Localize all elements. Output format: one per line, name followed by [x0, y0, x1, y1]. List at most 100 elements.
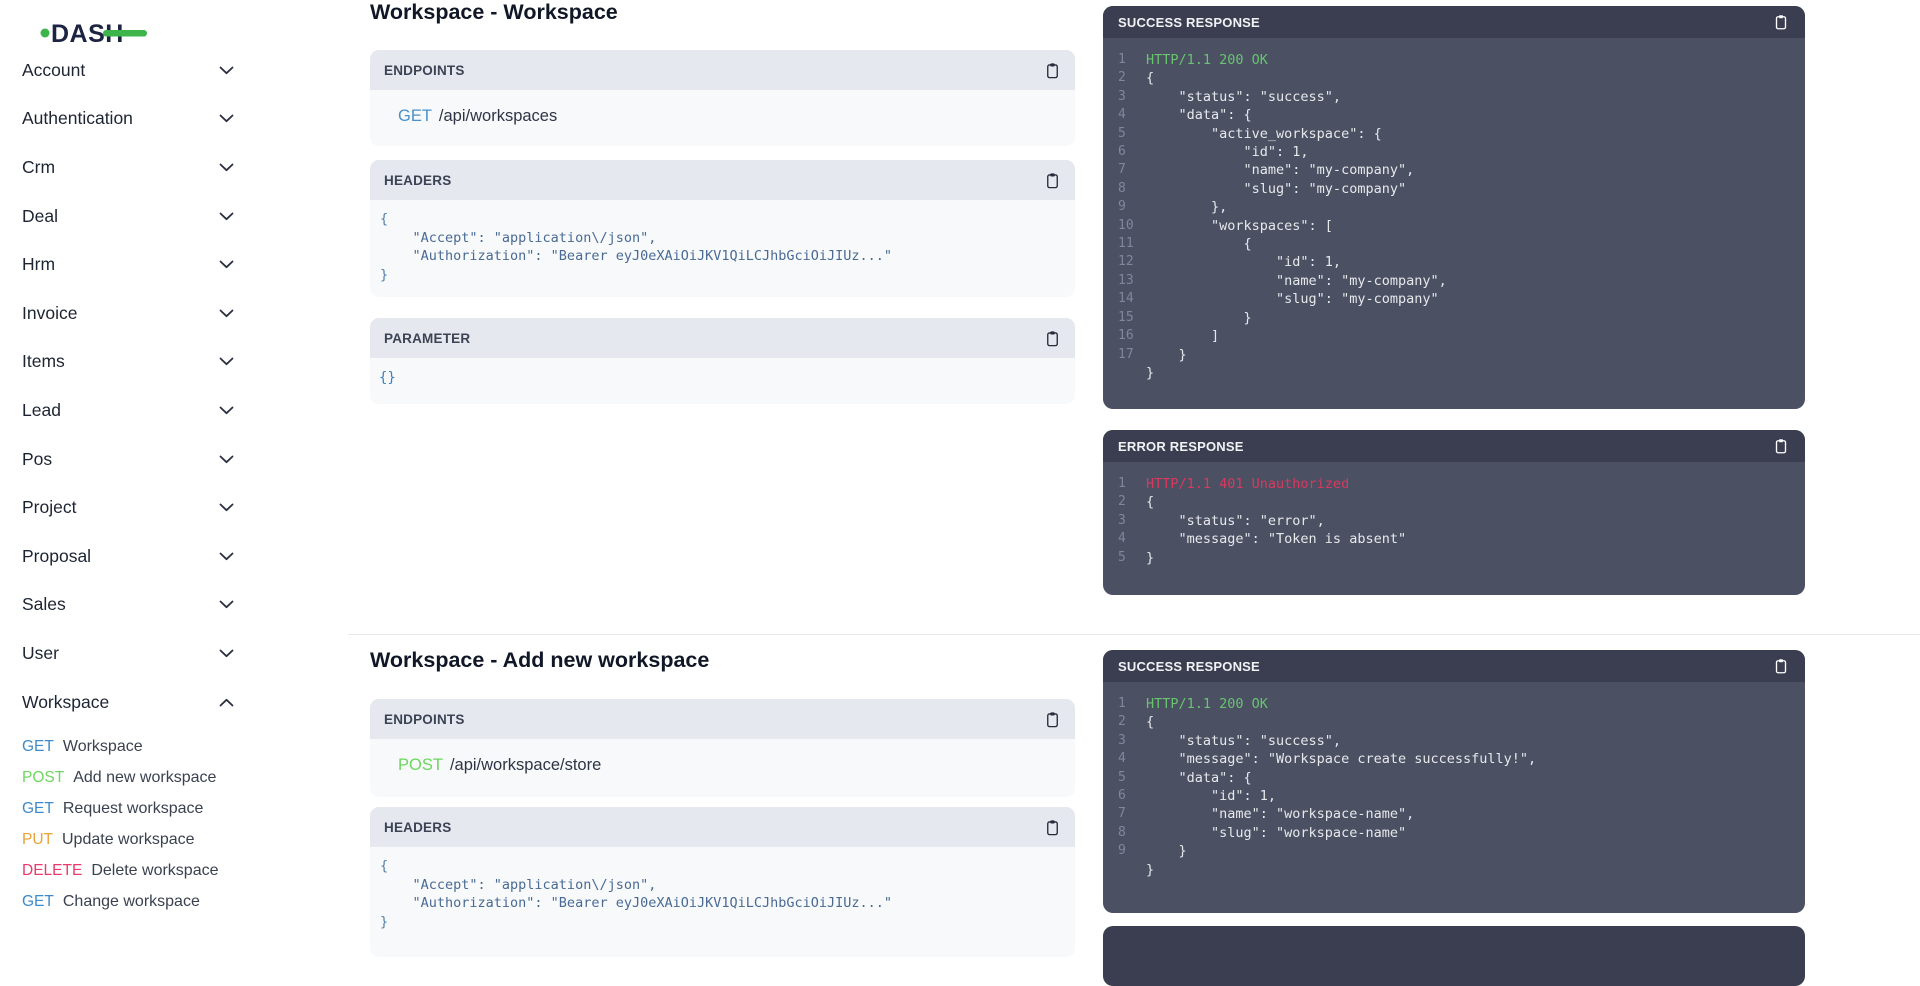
code-line: 16 ] [1103, 327, 1805, 345]
code-line: 8 "slug": "workspace-name" [1103, 824, 1805, 842]
line-number: 7 [1103, 161, 1146, 179]
line-number [1103, 364, 1146, 382]
copy-button[interactable] [1043, 710, 1062, 729]
code-line: 4 "data": { [1103, 106, 1805, 124]
workspace-sub-item[interactable]: GET Workspace [22, 731, 272, 762]
line-number: 3 [1103, 512, 1146, 530]
sidebar-item[interactable]: Workspace [22, 678, 234, 727]
code-line: "Accept": "application\/json", [380, 876, 1065, 895]
code-line: 5 } [1103, 549, 1805, 567]
chevron-down-icon [219, 455, 234, 464]
line-text: "id": 1, [1146, 253, 1341, 271]
line-number: 2 [1103, 493, 1146, 511]
clipboard-icon [1043, 171, 1062, 190]
dash-logo[interactable]: DASH [40, 16, 150, 50]
code-line: 9 } [1103, 842, 1805, 860]
workspace-sub-item[interactable]: DELETE Delete workspace [22, 855, 272, 886]
code-line: 7 "name": "my-company", [1103, 161, 1805, 179]
sidebar-item[interactable]: Authentication [22, 95, 234, 144]
sidebar-item-label: Account [22, 60, 85, 81]
line-text: "status": "success", [1146, 88, 1341, 106]
line-number: 5 [1103, 769, 1146, 787]
section-workspace: Workspace - Workspace ENDPOINTS GET/api/… [348, 0, 1920, 634]
http-method-badge: POST [22, 769, 64, 787]
sidebar-item[interactable]: Pos [22, 435, 234, 484]
workspace-sub-item[interactable]: PUT Update workspace [22, 824, 272, 855]
sidebar-item-label: Pos [22, 449, 52, 470]
line-number: 7 [1103, 805, 1146, 823]
line-number [1103, 861, 1146, 879]
sidebar-item-label: Proposal [22, 546, 91, 567]
workspace-sub-item[interactable]: POST Add new workspace [22, 762, 272, 793]
endpoints-card-header: ENDPOINTS [370, 699, 1075, 739]
line-text: } [1146, 842, 1187, 860]
endpoint-method: POST [398, 756, 443, 774]
chevron-down-icon [219, 503, 234, 512]
sidebar-item-label: User [22, 643, 59, 664]
sidebar-item-label: Hrm [22, 254, 55, 275]
code-line: } [380, 266, 1065, 285]
copy-button[interactable] [1043, 61, 1062, 80]
sidebar-item[interactable]: Hrm [22, 240, 234, 289]
line-text: { [1146, 69, 1154, 87]
code-line: } [1103, 861, 1805, 879]
section-add-new-workspace: Workspace - Add new workspace ENDPOINTS … [348, 634, 1920, 931]
parameter-card-header: PARAMETER [370, 318, 1075, 358]
endpoint-path: /api/workspace/store [450, 756, 601, 774]
headers-card-header: HEADERS [370, 807, 1075, 847]
line-number: 14 [1103, 290, 1146, 308]
code-line: "Authorization": "Bearer eyJ0eXAiOiJKV1Q… [380, 247, 1065, 266]
workspace-sub-item[interactable]: GET Request workspace [22, 793, 272, 824]
sidebar-item[interactable]: Lead [22, 386, 234, 435]
line-text: "name": "my-company", [1146, 272, 1447, 290]
sidebar-item[interactable]: Sales [22, 581, 234, 630]
http-method-badge: PUT [22, 831, 53, 849]
workspace-sub-item-label: Delete workspace [91, 862, 218, 880]
code-line: 4 "message": "Token is absent" [1103, 530, 1805, 548]
chevron-down-icon [219, 698, 234, 707]
sidebar-item[interactable]: Proposal [22, 532, 234, 581]
line-text: } [1146, 861, 1154, 879]
sidebar-item[interactable]: Items [22, 338, 234, 387]
code-line: 2 { [1103, 69, 1805, 87]
endpoint-path: /api/workspaces [439, 107, 557, 125]
code-line: 9 }, [1103, 198, 1805, 216]
code-line: 3 "status": "success", [1103, 88, 1805, 106]
workspace-sub-item[interactable]: GET Change workspace [22, 886, 272, 917]
sidebar-item[interactable]: Account [22, 46, 234, 95]
http-method-badge: GET [22, 800, 54, 818]
copy-button[interactable] [1043, 171, 1062, 190]
copy-button[interactable] [1772, 13, 1790, 31]
code-line: 1 HTTP/1.1 401 Unauthorized [1103, 475, 1805, 493]
success-response-panel: SUCCESS RESPONSE 1 HTTP/1.1 200 OK [1103, 650, 1805, 913]
sidebar-item[interactable]: Deal [22, 192, 234, 241]
line-number: 15 [1103, 309, 1146, 327]
copy-button[interactable] [1772, 437, 1790, 455]
sidebar-item-label: Crm [22, 157, 55, 178]
sidebar-item[interactable]: Crm [22, 143, 234, 192]
sidebar-item-label: Workspace [22, 692, 109, 713]
chevron-down-icon [219, 114, 234, 123]
line-number: 11 [1103, 235, 1146, 253]
sidebar-item[interactable]: Invoice [22, 289, 234, 338]
card-title: ENDPOINTS [384, 63, 465, 78]
code-line: 2 { [1103, 493, 1805, 511]
panel-title: SUCCESS RESPONSE [1118, 659, 1260, 674]
sidebar-item[interactable]: Project [22, 483, 234, 532]
sidebar-item-label: Project [22, 497, 76, 518]
sidebar-item[interactable]: User [22, 629, 234, 678]
line-text: "data": { [1146, 106, 1252, 124]
success-response-code: 1 HTTP/1.1 200 OK 2 { 3 "status": "succe… [1103, 38, 1805, 382]
error-response-code: 1 HTTP/1.1 401 Unauthorized 2 { 3 "statu… [1103, 462, 1805, 567]
code-line: 2 { [1103, 713, 1805, 731]
endpoints-card: ENDPOINTS POST/api/workspace/store [370, 699, 1075, 797]
http-method-badge: DELETE [22, 862, 82, 880]
line-number: 5 [1103, 125, 1146, 143]
line-text: "slug": "my-company" [1146, 290, 1439, 308]
clipboard-icon [1043, 818, 1062, 837]
copy-button[interactable] [1043, 329, 1062, 348]
chevron-down-icon [219, 163, 234, 172]
copy-button[interactable] [1043, 818, 1062, 837]
copy-button[interactable] [1772, 657, 1790, 675]
code-line: 3 "status": "success", [1103, 732, 1805, 750]
